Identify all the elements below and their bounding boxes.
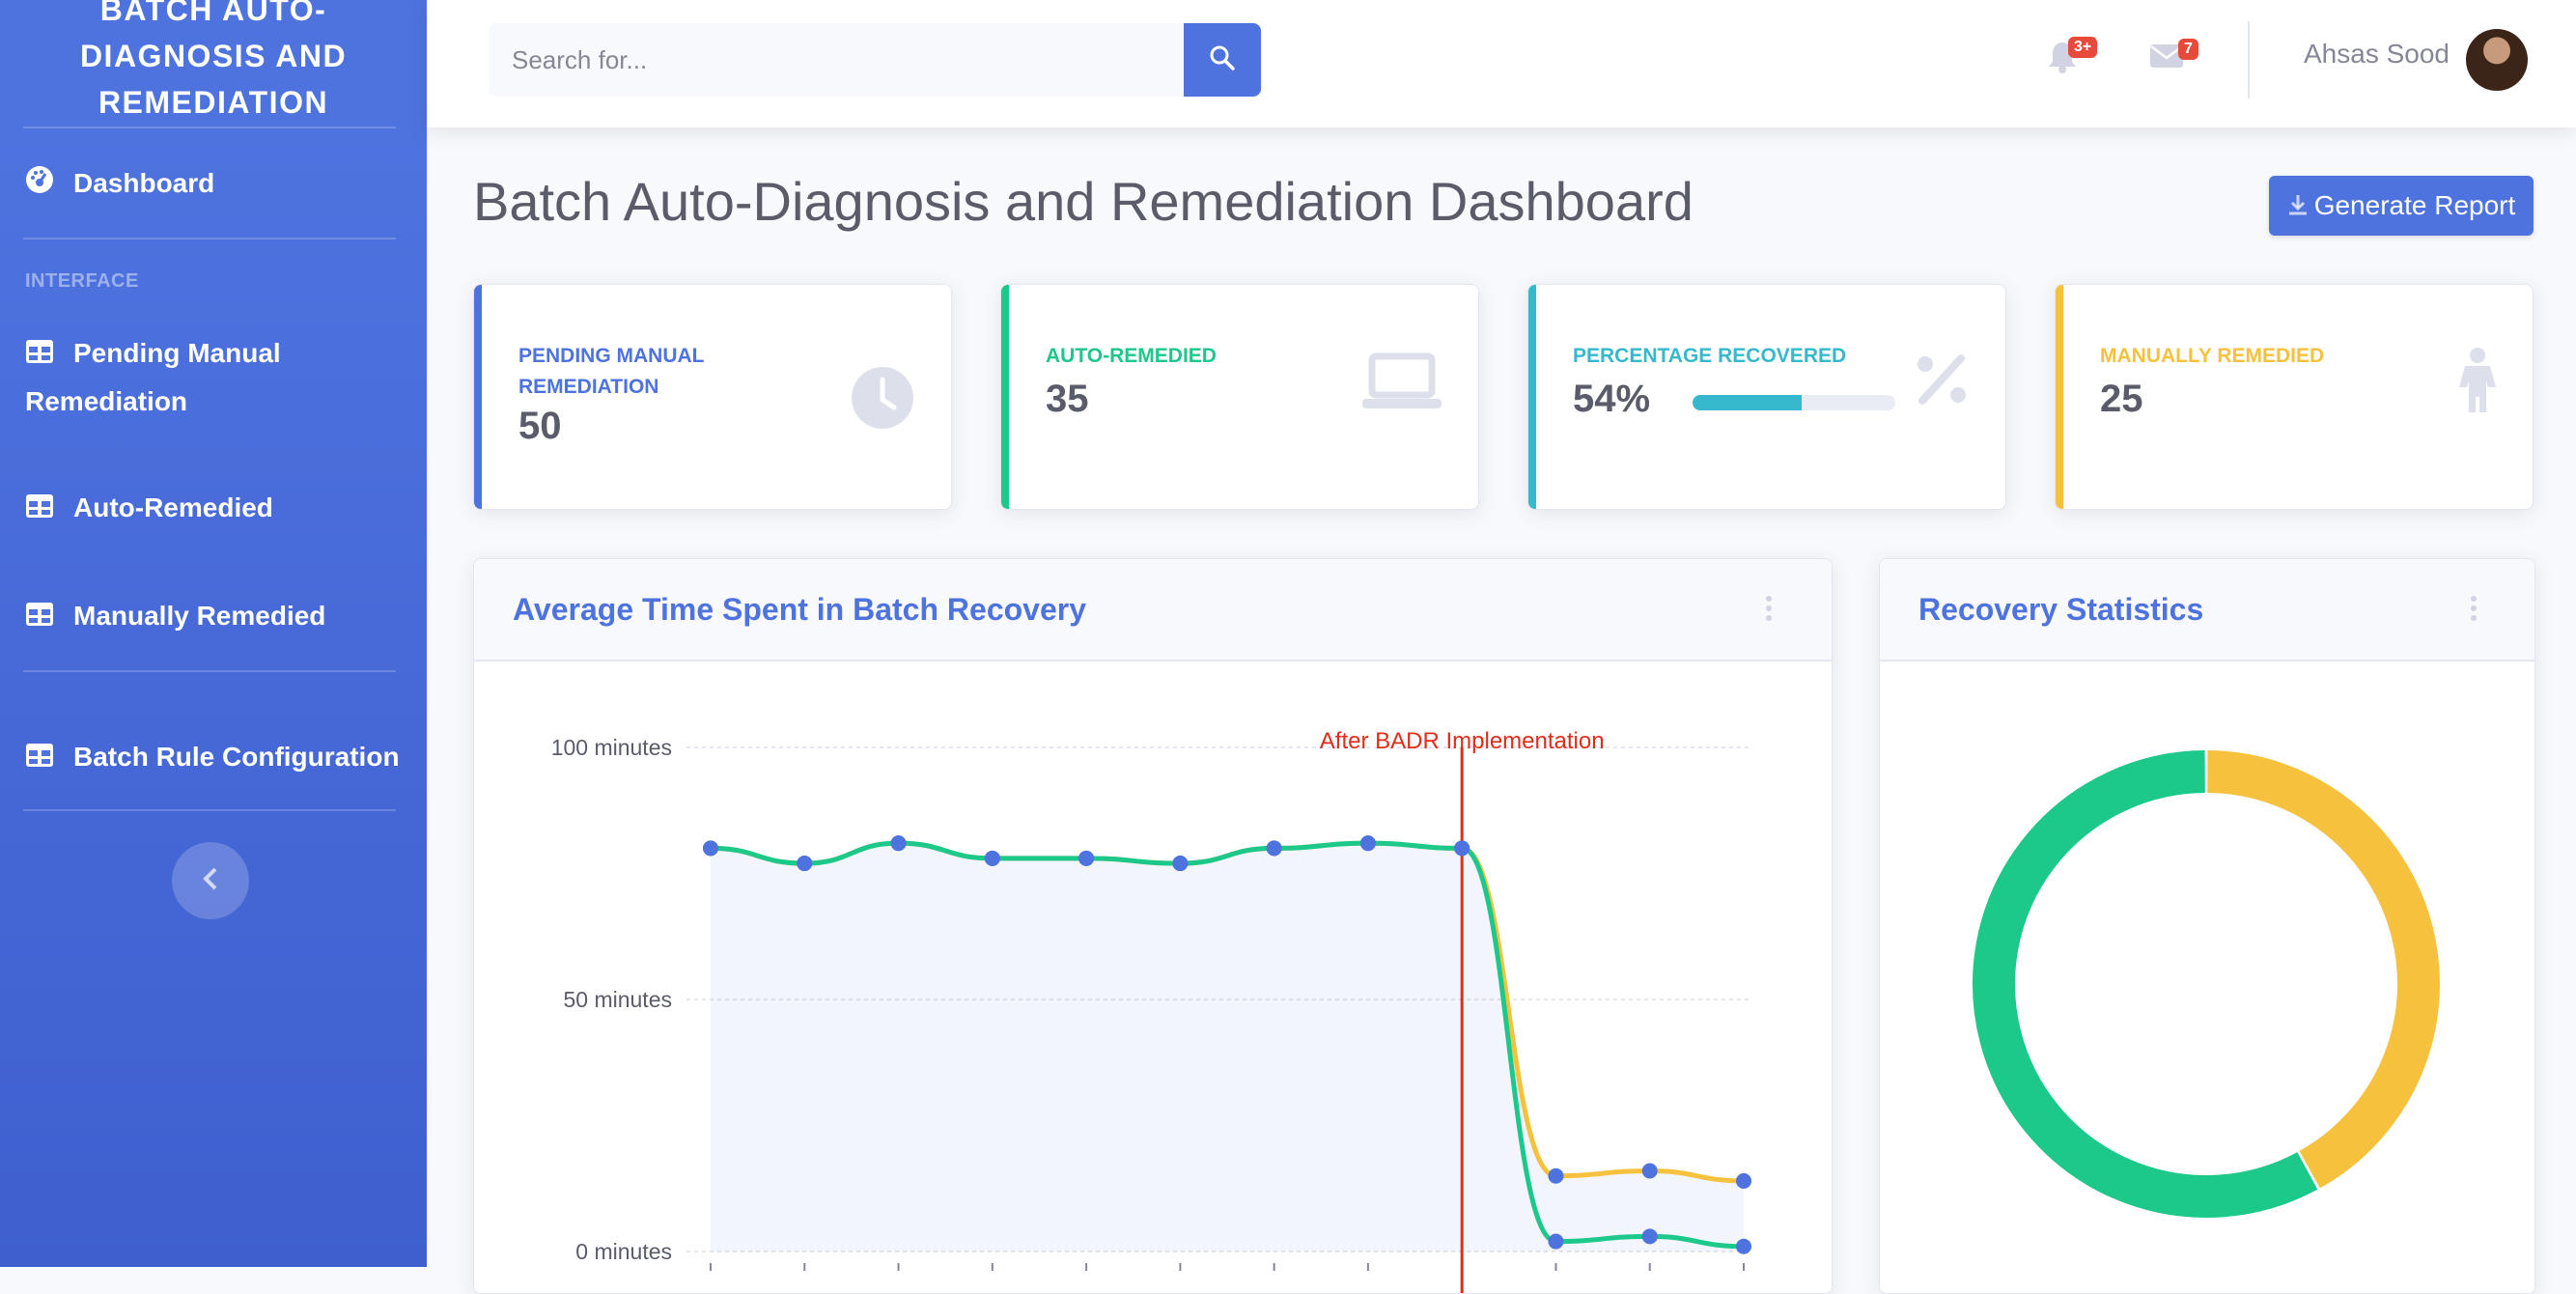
sidebar-toggle-button[interactable] [172, 842, 249, 919]
laptop-icon [1362, 352, 1442, 415]
percent-icon [1915, 352, 1969, 411]
data-point [1172, 856, 1189, 872]
topbar: Search for... 3+ 7 Ahsas Sood [427, 0, 2576, 127]
sidebar-heading: INTERFACE [25, 270, 139, 292]
sidebar-item-auto-remedied[interactable]: Auto-Remedied [25, 485, 411, 533]
data-point [797, 856, 813, 872]
sidebar-divider [23, 809, 396, 811]
table-icon [25, 332, 56, 379]
donut-slice [2207, 750, 2440, 1189]
line-chart: 100 minutes 50 minutes 0 minutes After BADR… [551, 728, 1751, 1293]
sidebar-item-batch-rule-configuration[interactable]: Batch Rule Configuration [25, 734, 411, 782]
brand-line-3: REMEDIATION [98, 85, 329, 120]
alerts-button[interactable]: 3+ [2047, 37, 2098, 78]
sidebar-item-label: Dashboard [73, 168, 215, 198]
progress-fill [1693, 395, 1803, 410]
avatar[interactable] [2466, 29, 2528, 91]
sidebar-divider [23, 127, 396, 128]
data-point [1548, 1233, 1564, 1250]
data-point [1078, 850, 1095, 866]
alerts-badge: 3+ [2068, 37, 2098, 58]
card-percentage-recovered: PERCENTAGE RECOVERED 54% [1527, 284, 2006, 510]
search-button[interactable] [1184, 23, 1261, 97]
data-point [1266, 840, 1282, 857]
data-point [1548, 1167, 1564, 1184]
sidebar-divider [23, 238, 396, 239]
sidebar-item-label: Batch Rule Configuration [73, 742, 400, 772]
card-label: PERCENTAGE RECOVERED [1573, 345, 1847, 367]
donut-slice [1973, 750, 2318, 1218]
bell-icon [2047, 42, 2078, 77]
sidebar-item-manually-remedied[interactable]: Manually Remedied [25, 593, 411, 641]
card-label: PENDING MANUAL REMEDIATION [518, 345, 705, 398]
card-label: MANUALLY REMEDIED [2100, 345, 2325, 367]
envelope-icon [2149, 44, 2184, 73]
data-point [1736, 1172, 1751, 1189]
messages-badge: 7 [2178, 39, 2198, 60]
donut-chart-panel: Recovery Statistics [1879, 558, 2535, 1294]
y-tick-label: 100 minutes [551, 735, 672, 760]
search-input[interactable]: Search for... [489, 23, 1184, 97]
card-value: 54% [1573, 378, 1651, 420]
data-point [1736, 1238, 1751, 1254]
card-label: AUTO-REMEDIED [1046, 345, 1217, 367]
card-value: 50 [518, 405, 562, 447]
sidebar-item-label: Manually Remedied [73, 601, 326, 631]
chevron-left-icon [201, 865, 220, 897]
sidebar-item-label: Pending Manual Remediation [25, 338, 281, 416]
generate-report-button[interactable]: Generate Report [2269, 176, 2534, 236]
user-name[interactable]: Ahsas Sood [2304, 39, 2450, 70]
data-point [1359, 835, 1376, 852]
search-icon [1209, 44, 1236, 76]
card-auto-remedied: AUTO-REMEDIED 35 [1000, 284, 1479, 510]
sidebar-item-label: Auto-Remedied [73, 492, 273, 522]
table-icon [25, 487, 56, 533]
card-value: 25 [2100, 378, 2143, 420]
donut-chart [1973, 750, 2440, 1218]
card-pending-manual-remediation: PENDING MANUAL REMEDIATION 50 [473, 284, 952, 510]
card-value: 35 [1046, 378, 1089, 420]
data-point [890, 835, 907, 852]
messages-button[interactable]: 7 [2149, 39, 2198, 74]
annotation-label: After BADR Implementation [1320, 728, 1605, 754]
data-point [1641, 1228, 1658, 1245]
page-title: Batch Auto-Diagnosis and Remediation Das… [473, 171, 1694, 232]
line-chart-panel: Average Time Spent in Batch Recovery 100… [473, 558, 1833, 1294]
progress-bar [1693, 395, 1895, 410]
topbar-divider [2248, 21, 2250, 98]
data-point [703, 840, 718, 857]
data-point [984, 850, 1000, 866]
sidebar-item-pending-manual-remediation[interactable]: Pending Manual Remediation [25, 330, 334, 425]
data-point [1454, 840, 1470, 857]
y-tick-label: 0 minutes [575, 1239, 672, 1264]
sidebar-divider [23, 670, 396, 672]
series-area [711, 843, 1744, 1252]
y-tick-label: 50 minutes [563, 987, 672, 1012]
generate-report-label: Generate Report [2313, 190, 2516, 220]
table-icon [25, 595, 56, 641]
child-icon [2455, 347, 2500, 419]
brand-line-2: DIAGNOSIS AND [79, 39, 348, 73]
sidebar-item-dashboard[interactable]: Dashboard [25, 160, 411, 209]
sidebar: BATCH AUTO- DIAGNOSIS AND REMEDIATION Da… [0, 0, 427, 1267]
tachometer-icon [25, 162, 56, 209]
data-point [1641, 1163, 1658, 1179]
download-icon [2287, 178, 2309, 238]
brand[interactable]: BATCH AUTO- DIAGNOSIS AND REMEDIATION [0, 0, 427, 126]
brand-line-1: BATCH AUTO- [99, 0, 327, 27]
card-manually-remedied: MANUALLY REMEDIED 25 [2055, 284, 2534, 510]
table-icon [25, 736, 56, 782]
clock-icon [851, 366, 914, 435]
